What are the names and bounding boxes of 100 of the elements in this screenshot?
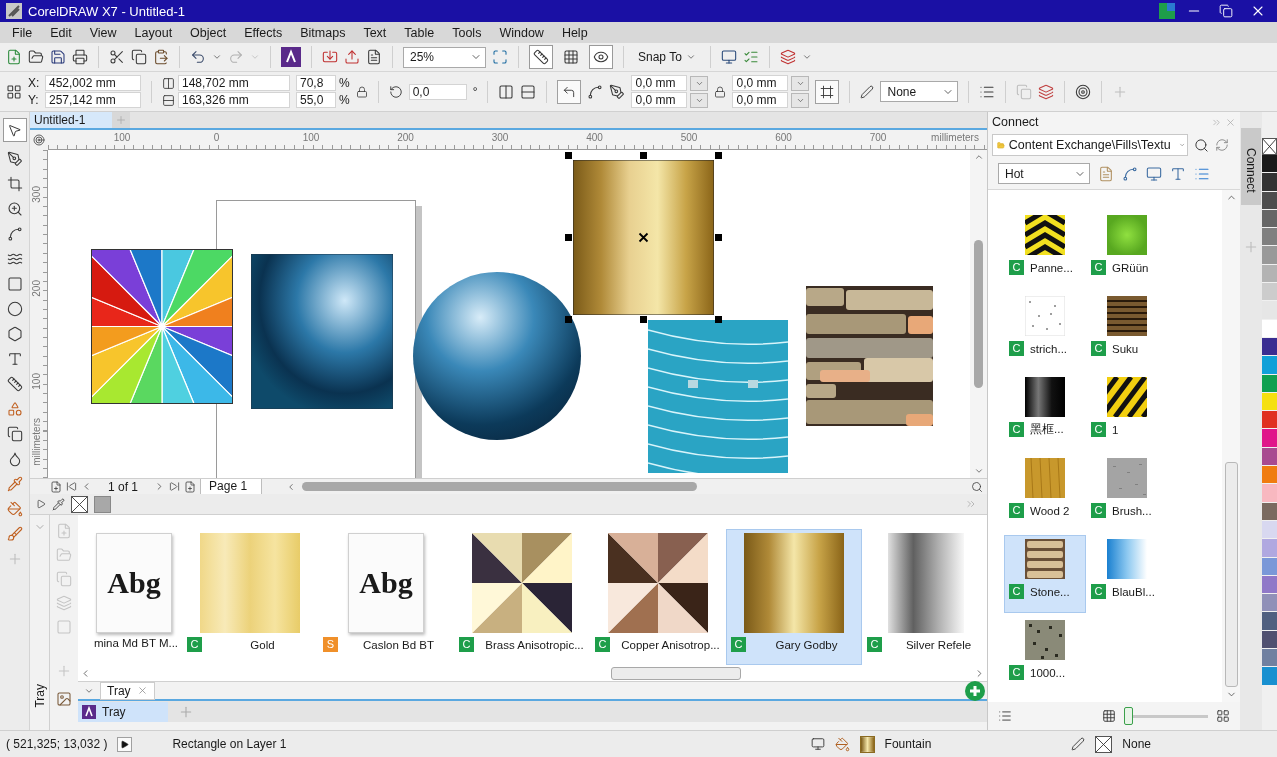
ruler-label: 100 bbox=[31, 373, 42, 390]
source-badge: C bbox=[1009, 665, 1024, 680]
content-item[interactable]: C GRüün bbox=[1086, 211, 1168, 289]
source-badge: C bbox=[1091, 422, 1106, 437]
content-item-label: Suku bbox=[1112, 342, 1140, 355]
tray-item[interactable]: C Gold bbox=[182, 529, 318, 665]
tray-item[interactable]: C Gary Godby bbox=[726, 529, 862, 665]
horizontal-ruler[interactable]: 100 0 100 200 300 400 500 600 700 millimeters bbox=[48, 130, 987, 150]
ruler-label: 500 bbox=[680, 132, 698, 143]
menu-item[interactable]: Window bbox=[490, 25, 553, 40]
status-message: Rectangle on Layer 1 bbox=[172, 737, 287, 751]
content-item[interactable]: C Brush... bbox=[1086, 454, 1168, 532]
x-position-field[interactable]: 452,002 mm bbox=[45, 75, 141, 91]
tray-item[interactable]: C Copper Anisotrop... bbox=[590, 529, 726, 665]
vertical-ruler[interactable]: 300 200 100 millimeters bbox=[30, 150, 48, 478]
menu-item[interactable]: Edit bbox=[41, 25, 81, 40]
document-tab[interactable]: Untitled-1 bbox=[30, 112, 112, 128]
source-badge: C bbox=[187, 637, 202, 652]
source-badge: C bbox=[1091, 341, 1106, 356]
menu-item[interactable]: Layout bbox=[125, 25, 182, 40]
tray-item-label: Gary Godby bbox=[774, 638, 839, 651]
angle-field[interactable]: 0,0 bbox=[408, 83, 467, 100]
y-position-field[interactable]: 257,142 mm bbox=[45, 92, 141, 108]
scale-field[interactable]: 55,0 bbox=[296, 92, 336, 108]
content-item[interactable]: C Stone... bbox=[1004, 535, 1086, 613]
content-item-label: Stone... bbox=[1030, 585, 1071, 598]
tray-tab[interactable]: Tray bbox=[100, 681, 155, 700]
fill-type: Fountain bbox=[884, 737, 932, 751]
source-badge: C bbox=[867, 637, 882, 652]
ruler-label: 100 bbox=[113, 132, 131, 143]
window-title: CorelDRAW X7 - Untitled-1 bbox=[28, 3, 185, 19]
ruler-label: 200 bbox=[397, 132, 414, 143]
content-item[interactable]: C 1000... bbox=[1004, 616, 1086, 694]
ruler-unit: millimeters bbox=[931, 132, 979, 143]
content-item[interactable]: C 1 bbox=[1086, 373, 1168, 451]
content-item[interactable]: C Wood 2 bbox=[1004, 454, 1086, 532]
content-item-label: GRüün bbox=[1112, 261, 1150, 274]
menu-item[interactable]: File bbox=[3, 25, 42, 40]
tray-item[interactable]: C Brass Anisotropic... bbox=[454, 529, 590, 665]
zoom-dropdown[interactable]: 25% bbox=[403, 46, 486, 68]
menu-item[interactable]: Table bbox=[395, 25, 444, 40]
outline-type: None bbox=[1122, 737, 1151, 751]
content-item[interactable]: C Panne... bbox=[1004, 211, 1086, 289]
menu-item[interactable]: Effects bbox=[235, 25, 292, 40]
tray-side-label: Tray bbox=[32, 684, 47, 708]
source-badge: C bbox=[1091, 584, 1106, 599]
height-field[interactable]: 163,326 mm bbox=[178, 92, 290, 108]
menu-item[interactable]: Text bbox=[354, 25, 396, 40]
tray-item[interactable]: Abg S Caslon Bd BT bbox=[318, 529, 454, 665]
source-badge: C bbox=[1091, 503, 1106, 518]
outline-width-dropdown[interactable]: None bbox=[880, 81, 959, 102]
content-item-label: strich... bbox=[1030, 342, 1069, 355]
docker-title: Connect bbox=[992, 115, 1039, 129]
ruler-label: 0 bbox=[213, 132, 220, 143]
page-count: 1 of 1 bbox=[108, 479, 139, 494]
docker-side-tab[interactable]: Connect bbox=[1241, 128, 1261, 205]
tray-item[interactable]: C Silver Refele bbox=[862, 529, 987, 665]
corner-radius-field[interactable]: 0,0 mm bbox=[631, 92, 688, 108]
tray-item-label: mina Md BT M... bbox=[92, 637, 180, 649]
content-item[interactable]: C BlauBl... bbox=[1086, 535, 1168, 613]
content-item[interactable]: C Suku bbox=[1086, 292, 1168, 370]
width-field[interactable]: 148,702 mm bbox=[178, 75, 290, 91]
font-preview: Abg bbox=[96, 533, 172, 633]
tray-item-label: Brass Anisotropic... bbox=[484, 638, 585, 651]
percent-label: % bbox=[339, 93, 350, 107]
content-item-label: Brush... bbox=[1112, 504, 1153, 517]
source-badge: C bbox=[1009, 503, 1024, 518]
docker-tab[interactable]: Tray bbox=[78, 701, 168, 722]
ruler-unit: millimeters bbox=[31, 418, 42, 466]
source-badge: C bbox=[1009, 422, 1024, 437]
scale-field[interactable]: 70,8 bbox=[296, 75, 336, 91]
menu-item[interactable]: View bbox=[80, 25, 126, 40]
source-badge: C bbox=[731, 637, 746, 652]
degree-label: ° bbox=[472, 84, 478, 99]
filter-dropdown[interactable]: Hot bbox=[998, 163, 1090, 184]
corner-radius-field[interactable]: 0,0 mm bbox=[631, 75, 688, 91]
corner-radius-field[interactable]: 0,0 mm bbox=[732, 92, 789, 108]
menu-item[interactable]: Help bbox=[552, 25, 597, 40]
corner-radius-field[interactable]: 0,0 mm bbox=[732, 75, 789, 91]
menu-item[interactable]: Tools bbox=[443, 25, 491, 40]
source-badge: C bbox=[1009, 260, 1024, 275]
page-tab[interactable]: Page 1 bbox=[200, 478, 263, 495]
ruler-label: 700 bbox=[869, 132, 887, 143]
ruler-label: 600 bbox=[775, 132, 792, 143]
content-item[interactable]: C strich... bbox=[1004, 292, 1086, 370]
percent-label: % bbox=[339, 76, 350, 90]
snap-to-button[interactable]: Snap To bbox=[634, 50, 700, 64]
folder-path-field[interactable]: Content Exchange\Fills\Textu bbox=[992, 134, 1188, 156]
menu-item[interactable]: Object bbox=[181, 25, 236, 40]
content-item[interactable]: C 黑框... bbox=[1004, 373, 1086, 451]
content-item-label: 黑框... bbox=[1030, 422, 1065, 437]
menu-item[interactable]: Bitmaps bbox=[291, 25, 355, 40]
content-item-label: 1000... bbox=[1030, 666, 1067, 679]
tray-item-label: Copper Anisotrop... bbox=[620, 638, 721, 651]
tray-item[interactable]: Abg mina Md BT M... bbox=[86, 529, 182, 665]
content-item-label: Panne... bbox=[1030, 261, 1074, 274]
x-label: X: bbox=[28, 76, 41, 90]
source-badge: C bbox=[1009, 341, 1024, 356]
y-label: Y: bbox=[28, 93, 40, 107]
content-item-label: BlauBl... bbox=[1112, 585, 1156, 598]
